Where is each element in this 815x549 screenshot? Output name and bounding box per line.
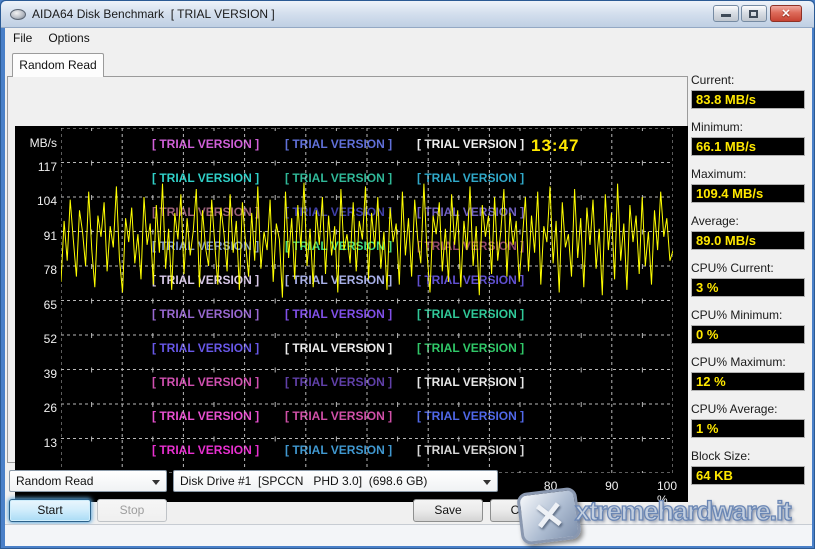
y-tick-label: 117 xyxy=(17,160,57,174)
stat-group: CPU% Average: 1 % xyxy=(691,402,805,438)
client-area: FileOptions Random Read [ TRIAL VERSION … xyxy=(5,28,812,546)
stat-value: 83.8 MB/s xyxy=(691,90,805,109)
stat-label: Maximum: xyxy=(691,167,805,181)
y-axis-unit: MB/s xyxy=(17,136,57,150)
benchmark-type-select[interactable]: Random Read xyxy=(9,470,167,492)
y-tick-label: 65 xyxy=(17,298,57,312)
stat-label: CPU% Minimum: xyxy=(691,308,805,322)
stat-group: CPU% Maximum: 12 % xyxy=(691,355,805,391)
app-icon xyxy=(10,9,26,20)
stat-group: Maximum: 109.4 MB/s xyxy=(691,167,805,203)
stat-value: 64 KB xyxy=(691,466,805,485)
stat-group: Current: 83.8 MB/s xyxy=(691,73,805,109)
chevron-down-icon xyxy=(152,480,160,485)
y-tick-label: 52 xyxy=(17,332,57,346)
stat-value: 3 % xyxy=(691,278,805,297)
stat-value: 1 % xyxy=(691,419,805,438)
stat-value: 109.4 MB/s xyxy=(691,184,805,203)
stat-label: CPU% Current: xyxy=(691,261,805,275)
y-tick-label: 104 xyxy=(17,194,57,208)
stat-group: CPU% Minimum: 0 % xyxy=(691,308,805,344)
stats-panel: Current: 83.8 MB/s Minimum: 66.1 MB/s Maximu… xyxy=(691,73,805,496)
disk-drive-select[interactable]: Disk Drive #1 [SPCCN PHD 3.0] (698.6 GB) xyxy=(173,470,498,492)
minimize-icon xyxy=(721,14,731,17)
maximize-button[interactable] xyxy=(741,5,767,22)
chevron-down-icon xyxy=(483,480,491,485)
close-icon: ✕ xyxy=(771,7,801,20)
y-tick-label: 91 xyxy=(17,229,57,243)
menu-item-options[interactable]: Options xyxy=(40,28,97,48)
stat-label: CPU% Maximum: xyxy=(691,355,805,369)
stop-button[interactable]: Stop xyxy=(97,499,167,522)
close-button[interactable]: ✕ xyxy=(770,5,802,22)
y-tick-label: 78 xyxy=(17,263,57,277)
window-title: AIDA64 Disk Benchmark [ TRIAL VERSION ] xyxy=(32,7,275,21)
menu-item-file[interactable]: File xyxy=(5,28,40,48)
stat-group: Minimum: 66.1 MB/s xyxy=(691,120,805,156)
stat-value: 0 % xyxy=(691,325,805,344)
stat-label: CPU% Average: xyxy=(691,402,805,416)
y-axis-labels: MB/s117104917865523926130 xyxy=(17,126,57,502)
brand-logo-icon: ✕ xyxy=(516,487,582,546)
menu-bar: FileOptions xyxy=(5,28,812,48)
y-tick-label: 39 xyxy=(17,367,57,381)
brand-watermark: ✕ xtremehardware.it xyxy=(517,484,815,546)
stat-label: Block Size: xyxy=(691,449,805,463)
stat-label: Current: xyxy=(691,73,805,87)
brand-x-icon: ✕ xyxy=(520,491,579,542)
tab-page: [ TRIAL VERSION ][ TRIAL VERSION ][ TRIA… xyxy=(7,76,688,463)
chart-plot xyxy=(61,128,673,473)
stat-label: Minimum: xyxy=(691,120,805,134)
tab-random-read[interactable]: Random Read xyxy=(12,53,104,77)
start-button[interactable]: Start xyxy=(9,499,91,522)
stat-group: Block Size: 64 KB xyxy=(691,449,805,485)
stat-value: 12 % xyxy=(691,372,805,391)
stat-value: 89.0 MB/s xyxy=(691,231,805,250)
disk-drive-value: Disk Drive #1 [SPCCN PHD 3.0] (698.6 GB) xyxy=(180,474,427,488)
save-button[interactable]: Save xyxy=(413,499,483,522)
benchmark-type-value: Random Read xyxy=(16,474,93,488)
stat-label: Average: xyxy=(691,214,805,228)
stat-group: CPU% Current: 3 % xyxy=(691,261,805,297)
stat-value: 66.1 MB/s xyxy=(691,137,805,156)
app-window: AIDA64 Disk Benchmark [ TRIAL VERSION ] … xyxy=(0,0,815,549)
maximize-icon xyxy=(749,10,758,18)
y-tick-label: 26 xyxy=(17,401,57,415)
stat-group: Average: 89.0 MB/s xyxy=(691,214,805,250)
y-tick-label: 13 xyxy=(17,436,57,450)
title-bar[interactable]: AIDA64 Disk Benchmark [ TRIAL VERSION ] … xyxy=(1,1,814,28)
brand-text: xtremehardware.it xyxy=(575,496,791,527)
benchmark-chart: [ TRIAL VERSION ][ TRIAL VERSION ][ TRIA… xyxy=(15,126,688,502)
minimize-button[interactable] xyxy=(713,5,739,22)
benchmark-time: 13:47 xyxy=(531,136,579,156)
